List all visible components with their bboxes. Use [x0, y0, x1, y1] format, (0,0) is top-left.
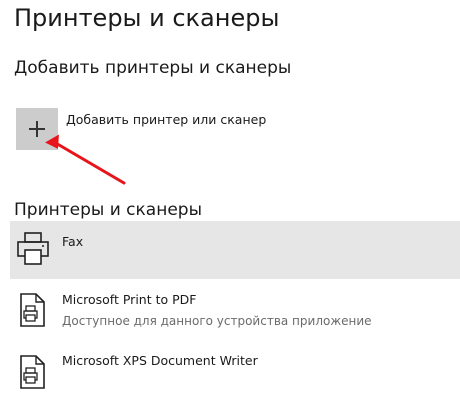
red-arrow-annotation: [45, 134, 126, 185]
document-printer-icon: [20, 293, 45, 327]
add-section-title: Добавить принтеры и сканеры: [14, 58, 292, 78]
page-title: Принтеры и сканеры: [14, 4, 280, 32]
printer-name: Microsoft XPS Document Writer: [62, 353, 258, 368]
printer-name: Microsoft Print to PDF: [62, 292, 197, 307]
printer-item-microsoft-print-to-pdf[interactable]: Microsoft Print to PDF Доступное для дан…: [10, 282, 460, 340]
printer-name: Fax: [62, 234, 84, 249]
document-printer-icon: [20, 355, 45, 389]
printer-item-microsoft-xps-document-writer[interactable]: Microsoft XPS Document Writer: [10, 344, 460, 402]
printer-item-fax[interactable]: Fax: [10, 221, 460, 279]
printers-section-title: Принтеры и сканеры: [14, 200, 202, 220]
fax-printer-icon: [17, 232, 49, 265]
add-printer-label[interactable]: Добавить принтер или сканер: [66, 112, 266, 127]
printer-status: Доступное для данного устройства приложе…: [62, 314, 372, 328]
